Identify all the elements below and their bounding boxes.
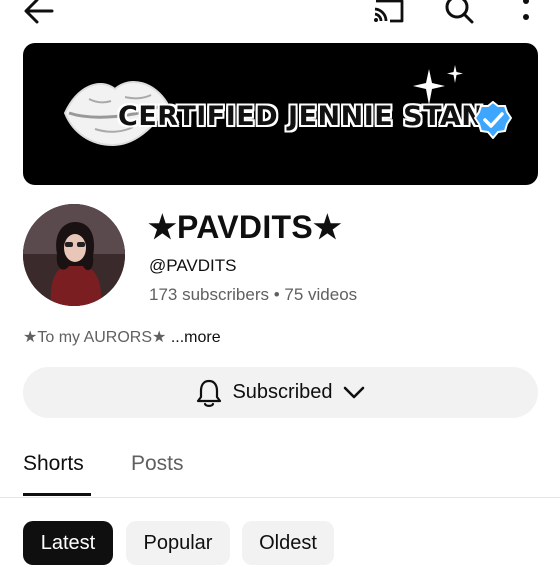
filter-chip-oldest[interactable]: Oldest [242,521,334,565]
verified-check-icon [474,101,512,139]
channel-banner: CERTIFIED JENNIE STAN [23,43,538,185]
active-tab-indicator [23,493,91,496]
chevron-down-icon [343,386,364,398]
more-vertical-icon [523,0,529,20]
channel-handle: @PAVDITS [149,256,237,275]
cast-icon [374,0,404,23]
bell-icon [197,379,222,407]
tab-shorts[interactable]: Shorts [23,452,84,476]
tab-posts[interactable]: Posts [131,452,184,476]
channel-name: ★PAVDITS★ [148,209,343,245]
channel-stats: 173 subscribers • 75 videos [149,285,358,304]
filter-chip-latest[interactable]: Latest [23,521,113,565]
search-icon [445,0,474,24]
channel-description[interactable]: ★To my AURORS★ ...more [23,327,221,347]
search-button[interactable] [442,0,476,26]
cast-button[interactable] [371,0,407,24]
subscribed-label: Subscribed [232,381,333,403]
banner-title: CERTIFIED JENNIE STAN [118,101,485,132]
channel-avatar[interactable] [23,204,125,306]
avatar-image [23,204,125,306]
filter-chip-popular[interactable]: Popular [126,521,230,565]
more-options-button[interactable] [514,0,538,24]
top-app-bar [0,0,560,32]
description-text: ★To my AURORS★ [23,329,167,346]
arrow-left-icon [24,0,54,24]
more-link[interactable]: ...more [166,329,221,346]
subscribed-button[interactable]: Subscribed [23,367,538,418]
tabs-divider [0,497,560,498]
back-button[interactable] [22,0,56,28]
